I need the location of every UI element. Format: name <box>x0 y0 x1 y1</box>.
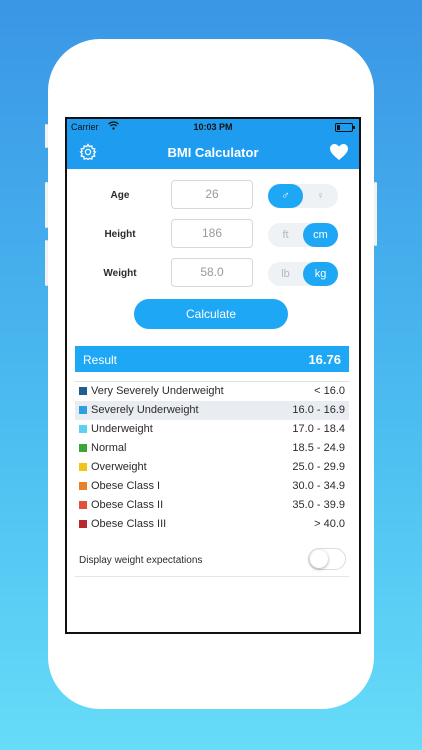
category-name: Overweight <box>91 461 147 473</box>
color-swatch <box>79 501 87 509</box>
result-label: Result <box>83 353 118 367</box>
phone-side-button <box>45 124 48 148</box>
weight-expectations-label: Display weight expectations <box>79 555 203 566</box>
category-range: 16.0 - 16.9 <box>292 404 345 416</box>
category-range: 30.0 - 34.9 <box>292 480 345 492</box>
category-name: Normal <box>91 442 127 454</box>
color-swatch <box>79 425 87 433</box>
height-label: Height <box>104 229 136 240</box>
category-name: Obese Class I <box>91 480 161 492</box>
page-title: BMI Calculator <box>167 145 259 160</box>
switch-knob[interactable] <box>310 550 328 568</box>
result-value: 16.76 <box>308 352 341 367</box>
category-range: > 40.0 <box>314 518 345 530</box>
age-label: Age <box>110 190 130 201</box>
age-input[interactable]: 26 <box>171 180 253 209</box>
category-name: Severely Underweight <box>91 404 199 416</box>
phone-side-button <box>45 182 48 228</box>
gender-toggle[interactable]: ♂ ♀ <box>268 184 338 208</box>
category-name: Underweight <box>91 423 153 435</box>
divider <box>75 576 349 577</box>
category-row: Very Severely Underweight < 16.0 <box>75 382 349 401</box>
phone-side-button <box>374 182 377 246</box>
category-range: 17.0 - 18.4 <box>292 423 345 435</box>
category-name: Obese Class II <box>91 499 164 511</box>
female-option[interactable]: ♀ <box>303 184 338 208</box>
height-unit-toggle[interactable]: ft cm <box>268 223 338 247</box>
category-row: Obese Class II 35.0 - 39.9 <box>75 496 349 515</box>
color-swatch <box>79 444 87 452</box>
color-swatch <box>79 406 87 414</box>
unit-kg-option[interactable]: kg <box>303 262 338 286</box>
weight-label: Weight <box>103 268 137 279</box>
weight-unit-toggle[interactable]: lb kg <box>268 262 338 286</box>
app-screen: Carrier 10:03 PM BMI Calculator Age 26 ♂… <box>65 117 361 634</box>
unit-cm-option[interactable]: cm <box>303 223 338 247</box>
status-time: 10:03 PM <box>193 122 233 132</box>
category-row-highlighted: Severely Underweight 16.0 - 16.9 <box>75 401 349 420</box>
category-range: 35.0 - 39.9 <box>292 499 345 511</box>
weight-expectations-switch[interactable] <box>308 548 346 570</box>
category-row: Obese Class I 30.0 - 34.9 <box>75 477 349 496</box>
unit-ft-option[interactable]: ft <box>268 223 303 247</box>
category-name: Obese Class III <box>91 518 167 530</box>
result-bar: Result 16.76 <box>75 346 349 372</box>
battery-icon <box>335 123 355 132</box>
category-range: 18.5 - 24.9 <box>292 442 345 454</box>
nav-bar: BMI Calculator <box>67 135 359 169</box>
category-row: Obese Class III > 40.0 <box>75 515 349 534</box>
category-row: Overweight 25.0 - 29.9 <box>75 458 349 477</box>
category-name: Very Severely Underweight <box>91 385 224 397</box>
category-row: Underweight 17.0 - 18.4 <box>75 420 349 439</box>
category-range: < 16.0 <box>314 385 345 397</box>
color-swatch <box>79 463 87 471</box>
height-input[interactable]: 186 <box>171 219 253 248</box>
color-swatch <box>79 520 87 528</box>
category-range: 25.0 - 29.9 <box>292 461 345 473</box>
color-swatch <box>79 482 87 490</box>
heart-icon[interactable] <box>329 143 349 161</box>
status-bar: Carrier 10:03 PM <box>67 119 359 135</box>
unit-lb-option[interactable]: lb <box>268 262 303 286</box>
color-swatch <box>79 387 87 395</box>
category-row: Normal 18.5 - 24.9 <box>75 439 349 458</box>
phone-side-button <box>45 240 48 286</box>
male-option[interactable]: ♂ <box>268 184 303 208</box>
calculate-button[interactable]: Calculate <box>134 299 288 329</box>
weight-input[interactable]: 58.0 <box>171 258 253 287</box>
